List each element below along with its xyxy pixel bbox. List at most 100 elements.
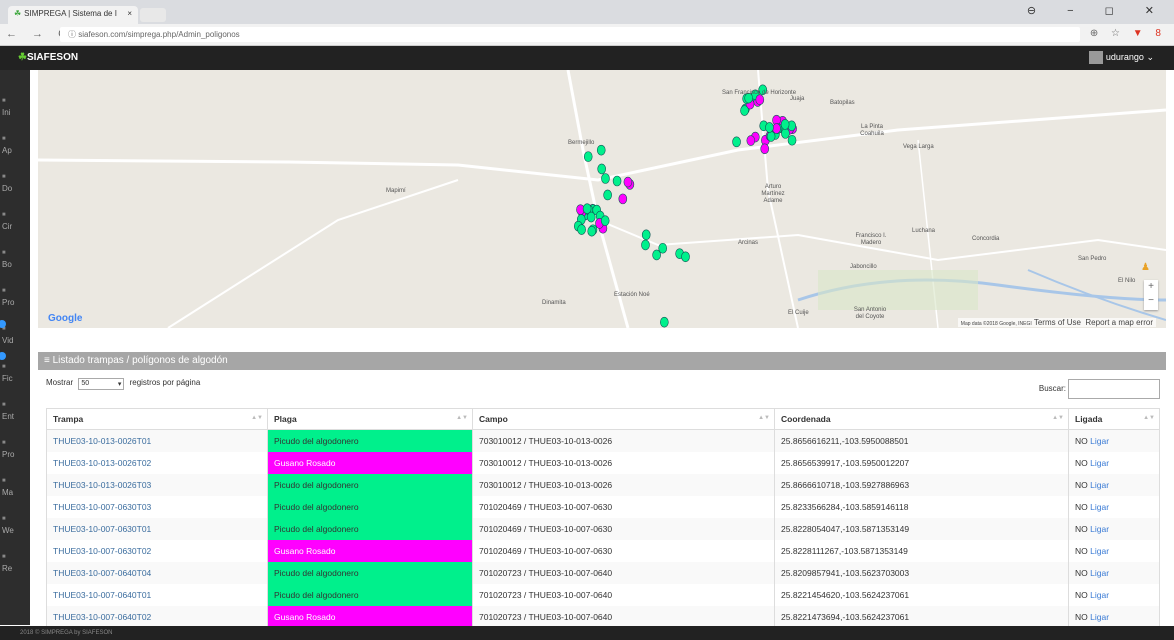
trap-marker[interactable] <box>600 215 610 226</box>
ligada-cell: NO Ligar <box>1068 561 1160 584</box>
page-size-select[interactable]: 50 ▾ <box>78 378 125 390</box>
trap-marker[interactable] <box>577 224 586 235</box>
ligar-link[interactable]: Ligar <box>1090 458 1109 468</box>
trap-marker[interactable] <box>586 211 596 223</box>
sidebar-item[interactable]: ■ Pro <box>2 438 30 460</box>
trap-marker[interactable] <box>618 193 628 205</box>
map-label: Arturo Martínez Adame <box>761 184 785 204</box>
sidebar-item[interactable]: ■ Re <box>2 552 30 574</box>
ligar-link[interactable]: Ligar <box>1090 590 1109 600</box>
trap-marker[interactable] <box>781 128 790 139</box>
url-input[interactable]: ⓘ siafeson.com/simprega.php/Admin_poligo… <box>60 27 1080 42</box>
trap-marker[interactable] <box>612 175 622 187</box>
sidebar-item[interactable]: ■ Ent <box>2 400 30 422</box>
sidebar-item-icon: ■ <box>2 402 6 408</box>
trap-marker[interactable] <box>740 105 749 116</box>
zoom-control[interactable]: + − <box>1144 280 1158 310</box>
plaga-cell: Picudo del algodonero <box>267 473 473 496</box>
new-tab-button[interactable] <box>140 8 166 22</box>
trampa-cell[interactable]: THUE03-10-007-0640T02 <box>46 605 268 628</box>
trap-marker[interactable] <box>746 135 756 146</box>
avatar <box>1088 51 1103 64</box>
trap-marker[interactable] <box>623 176 633 188</box>
sidebar-item[interactable]: ■ Do <box>2 172 30 194</box>
sidebar-item[interactable]: ■ Bo <box>2 248 30 270</box>
plaga-cell: Picudo del algodonero <box>267 495 473 518</box>
trampa-cell[interactable]: THUE03-10-013-0026T02 <box>46 451 268 474</box>
extension-icons[interactable]: ▼ 8 <box>1133 28 1166 39</box>
trampa-cell[interactable]: THUE03-10-007-0640T01 <box>46 583 268 606</box>
sidebar-item[interactable]: ■ Vid <box>2 324 30 346</box>
zoom-in-button[interactable]: + <box>1144 280 1158 294</box>
per-page-label: registros por página <box>129 378 201 387</box>
trap-marker[interactable] <box>658 242 667 254</box>
col-campo[interactable]: Campo ▲▼ <box>472 408 775 430</box>
zoom-star-icons[interactable]: ⊕ ☆ <box>1090 28 1125 39</box>
trap-marker[interactable] <box>641 239 650 251</box>
trap-marker[interactable] <box>760 143 770 155</box>
campo-cell: 701020723 / THUE03-10-007-0640 <box>472 561 775 584</box>
ligar-link[interactable]: Ligar <box>1090 612 1109 622</box>
sidebar-item[interactable]: ■ We <box>2 514 30 536</box>
ligar-link[interactable]: Ligar <box>1090 480 1109 490</box>
traps-panel: ≡ Listado trampas / polígonos de algodón… <box>38 352 1166 628</box>
ligar-link[interactable]: Ligar <box>1090 436 1109 446</box>
trap-marker[interactable] <box>780 119 790 130</box>
sidebar-item[interactable]: ■ Ma <box>2 476 30 498</box>
zoom-out-button[interactable]: − <box>1144 294 1158 308</box>
map-label: San Antonio del Coyote <box>853 307 887 320</box>
terms-link[interactable]: Terms of Use <box>1034 318 1081 327</box>
col-trampa[interactable]: Trampa ▲▼ <box>46 408 268 430</box>
browser-tab[interactable]: ☘ SIMPREGA | Sistema de I × <box>8 6 138 24</box>
trampa-cell[interactable]: THUE03-10-007-0630T02 <box>46 539 268 562</box>
ligar-link[interactable]: Ligar <box>1090 524 1109 534</box>
trampa-cell[interactable]: THUE03-10-007-0630T03 <box>46 495 268 518</box>
window-controls[interactable]: ⊖ − ◻ ✕ <box>1027 4 1168 17</box>
trap-marker[interactable] <box>765 122 774 133</box>
trap-marker[interactable] <box>772 123 781 134</box>
map-canvas[interactable] <box>38 70 1166 328</box>
map-label: San Francisco de Horizonte <box>722 90 797 96</box>
trampa-cell[interactable]: THUE03-10-007-0630T01 <box>46 517 268 540</box>
leaf-icon: ☘ <box>18 52 27 63</box>
trap-marker[interactable] <box>597 163 606 175</box>
ligar-link[interactable]: Ligar <box>1090 502 1109 512</box>
trap-marker[interactable] <box>601 173 610 184</box>
map-view[interactable]: San Francisco de Horizonte Juaja Batopil… <box>38 70 1166 328</box>
ligada-status: NO <box>1075 435 1088 446</box>
table-row: THUE03-10-013-0026T03 Picudo del algodone… <box>46 473 1160 496</box>
search-input[interactable] <box>1068 379 1160 399</box>
trap-marker[interactable] <box>641 229 651 241</box>
sidebar-item[interactable]: ■ Ini <box>2 96 30 118</box>
trampa-cell[interactable]: THUE03-10-013-0026T01 <box>46 429 268 452</box>
report-error-link[interactable]: Report a map error <box>1085 318 1153 327</box>
col-plaga[interactable]: Plaga ▲▼ <box>267 408 473 430</box>
trap-marker[interactable] <box>766 131 776 142</box>
trap-marker[interactable] <box>596 144 606 156</box>
sidebar-item-icon: ■ <box>2 516 6 522</box>
trap-marker[interactable] <box>660 316 669 328</box>
address-bar-icons[interactable]: ⊕ ☆ ▼ 8 <box>1090 28 1166 39</box>
sidebar-item[interactable]: ■ Cir <box>2 210 30 232</box>
trap-marker[interactable] <box>732 136 741 148</box>
close-tab-icon[interactable]: × <box>127 9 132 18</box>
trap-marker[interactable] <box>787 134 797 146</box>
sidebar-item[interactable]: ■ Fic <box>2 362 30 384</box>
trampa-cell[interactable]: THUE03-10-013-0026T03 <box>46 473 268 496</box>
sidebar-item[interactable]: ■ Ap <box>2 134 30 156</box>
ligar-link[interactable]: Ligar <box>1090 568 1109 578</box>
ligar-link[interactable]: Ligar <box>1090 546 1109 556</box>
brand-logo[interactable]: ☘SIAFESON <box>18 52 78 63</box>
col-ligada[interactable]: Ligada ▲▼ <box>1068 408 1160 430</box>
user-menu[interactable]: udurango ⌄ <box>1088 51 1154 64</box>
trap-marker[interactable] <box>681 251 690 263</box>
trap-marker[interactable] <box>583 151 593 162</box>
trampa-cell[interactable]: THUE03-10-007-0640T04 <box>46 561 268 584</box>
trap-marker[interactable] <box>587 225 597 237</box>
pegman-icon[interactable]: ♟ <box>1141 262 1150 273</box>
plaga-cell: Picudo del algodonero <box>267 583 473 606</box>
col-coordenada[interactable]: Coordenada ▲▼ <box>774 408 1069 430</box>
trap-marker[interactable] <box>603 189 612 201</box>
sidebar-item-label: Re <box>2 564 13 573</box>
sidebar-item[interactable]: ■ Pro <box>2 286 30 308</box>
